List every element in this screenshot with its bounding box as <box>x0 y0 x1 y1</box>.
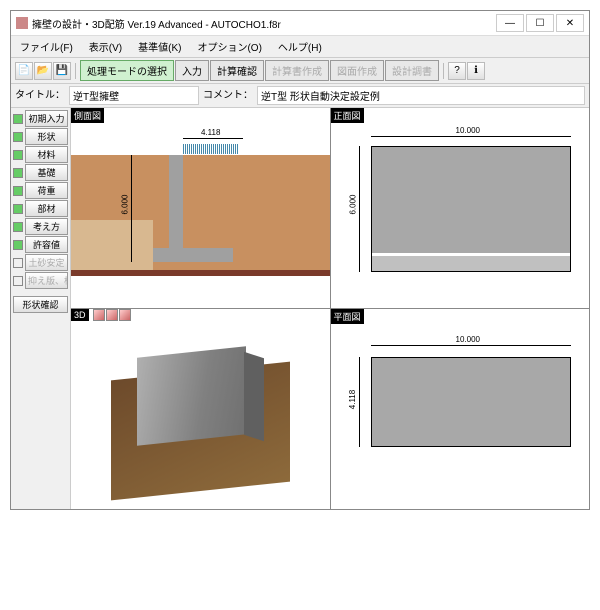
views: 側面図 4.118 6.000 正面図 <box>71 108 589 509</box>
separator <box>443 63 444 79</box>
tab-result[interactable]: 計算書作成 <box>265 60 329 81</box>
status-square <box>13 168 23 178</box>
dim-left: 4.118 <box>348 390 357 409</box>
status-square <box>13 132 23 142</box>
sidebar-item-7[interactable]: 許容値 <box>13 236 68 253</box>
section-canvas: 4.118 6.000 <box>71 120 330 308</box>
sidebar-item-1[interactable]: 形状 <box>13 128 68 145</box>
menu-option[interactable]: オプション(O) <box>194 38 264 55</box>
sidebar-label: 部材 <box>25 200 68 217</box>
view-3d[interactable]: 3D <box>71 309 330 509</box>
sidebar-label: 許容値 <box>25 236 68 253</box>
tab-table[interactable]: 設計調書 <box>385 60 439 81</box>
sidebar-item-6[interactable]: 考え方 <box>13 218 68 235</box>
view-title: 正面図 <box>331 108 364 123</box>
status-square <box>13 186 23 196</box>
sidebar-label: 基礎 <box>25 164 68 181</box>
titlebar: 擁壁の設計・3D配筋 Ver.19 Advanced - AUTOCHO1.f8… <box>11 11 589 36</box>
menubar: ファイル(F) 表示(V) 基準値(K) オプション(O) ヘルプ(H) <box>11 36 589 58</box>
app-icon <box>16 17 28 29</box>
minimize-button[interactable]: — <box>496 14 524 32</box>
tab-input[interactable]: 入力 <box>175 60 209 81</box>
status-square <box>13 150 23 160</box>
dim-left: 6.000 <box>121 194 130 214</box>
view-title: 平面図 <box>331 309 364 324</box>
plan-canvas: 10.000 4.118 <box>331 321 590 509</box>
tab-calc[interactable]: 計算確認 <box>210 60 264 81</box>
sidebar-item-3[interactable]: 基礎 <box>13 164 68 181</box>
sidebar-label: 形状 <box>25 128 68 145</box>
status-square <box>13 240 23 250</box>
close-button[interactable]: ✕ <box>556 14 584 32</box>
rebar-icons <box>183 144 323 154</box>
sidebar-label: 材料 <box>25 146 68 163</box>
status-square <box>13 204 23 214</box>
tab-drawing[interactable]: 図面作成 <box>330 60 384 81</box>
sidebar-item-9[interactable]: 抑え版、杭 <box>13 272 68 289</box>
sidebar-item-2[interactable]: 材料 <box>13 146 68 163</box>
title-label: タイトル： <box>15 86 65 105</box>
menu-help[interactable]: ヘルプ(H) <box>275 38 325 55</box>
title-value: 逆T型擁壁 <box>69 86 199 105</box>
menu-view[interactable]: 表示(V) <box>86 38 125 55</box>
iso-wall <box>137 346 246 445</box>
sidebar-label: 荷重 <box>25 182 68 199</box>
view-cube-icon[interactable] <box>106 309 118 321</box>
view-section[interactable]: 側面図 4.118 6.000 <box>71 108 330 308</box>
info-icon[interactable]: ℹ <box>467 62 485 80</box>
status-square <box>13 258 23 268</box>
tab-mode[interactable]: 処理モードの選択 <box>80 60 174 81</box>
content: 初期入力形状材料基礎荷重部材考え方許容値土砂安定抑え版、杭 形状確認 側面図 <box>11 108 589 509</box>
iso-wall-side <box>244 352 264 442</box>
sidebar-label: 初期入力 <box>25 110 68 127</box>
sidebar-item-0[interactable]: 初期入力 <box>13 110 68 127</box>
3d-canvas <box>71 321 330 509</box>
sidebar-label: 土砂安定 <box>25 254 68 271</box>
separator <box>75 63 76 79</box>
window-title: 擁壁の設計・3D配筋 Ver.19 Advanced - AUTOCHO1.f8… <box>32 16 496 31</box>
sidebar-item-4[interactable]: 荷重 <box>13 182 68 199</box>
view-title: 3D <box>71 309 89 321</box>
dim-top: 10.000 <box>456 126 480 135</box>
front-canvas: 10.000 6.000 <box>331 120 590 308</box>
app-window: 擁壁の設計・3D配筋 Ver.19 Advanced - AUTOCHO1.f8… <box>10 10 590 510</box>
sidebar-confirm[interactable]: 形状確認 <box>13 296 68 313</box>
sidebar-item-8[interactable]: 土砂安定 <box>13 254 68 271</box>
view-cube-icon[interactable] <box>119 309 131 321</box>
sidebar-label: 考え方 <box>25 218 68 235</box>
sidebar: 初期入力形状材料基礎荷重部材考え方許容値土砂安定抑え版、杭 形状確認 <box>11 108 71 509</box>
sidebar-item-5[interactable]: 部材 <box>13 200 68 217</box>
menu-file[interactable]: ファイル(F) <box>17 38 76 55</box>
dim-left: 6.000 <box>348 194 357 214</box>
open-button[interactable]: 📂 <box>34 62 52 80</box>
view-front[interactable]: 正面図 10.000 6.000 <box>331 108 590 308</box>
menu-ref[interactable]: 基準値(K) <box>135 38 184 55</box>
save-button[interactable]: 💾 <box>53 62 71 80</box>
status-square <box>13 222 23 232</box>
comment-label: コメント： <box>203 86 253 105</box>
sidebar-label: 抑え版、杭 <box>25 272 68 289</box>
maximize-button[interactable]: ☐ <box>526 14 554 32</box>
toolbar: 📄 📂 💾 処理モードの選択 入力 計算確認 計算書作成 図面作成 設計調書 ?… <box>11 58 589 84</box>
comment-value: 逆T型 形状自動決定設定例 <box>257 86 585 105</box>
infobar: タイトル： 逆T型擁壁 コメント： 逆T型 形状自動決定設定例 <box>11 84 589 108</box>
view-plan[interactable]: 平面図 10.000 4.118 <box>331 309 590 509</box>
new-button[interactable]: 📄 <box>15 62 33 80</box>
status-square <box>13 114 23 124</box>
help-icon[interactable]: ? <box>448 62 466 80</box>
status-square <box>13 276 23 286</box>
view-cube-icon[interactable] <box>93 309 105 321</box>
view-title: 側面図 <box>71 108 104 123</box>
sidebar-confirm-label: 形状確認 <box>13 296 68 313</box>
dim-top: 4.118 <box>201 128 220 137</box>
3d-toolbar <box>93 309 132 321</box>
dim-top: 10.000 <box>456 335 480 344</box>
